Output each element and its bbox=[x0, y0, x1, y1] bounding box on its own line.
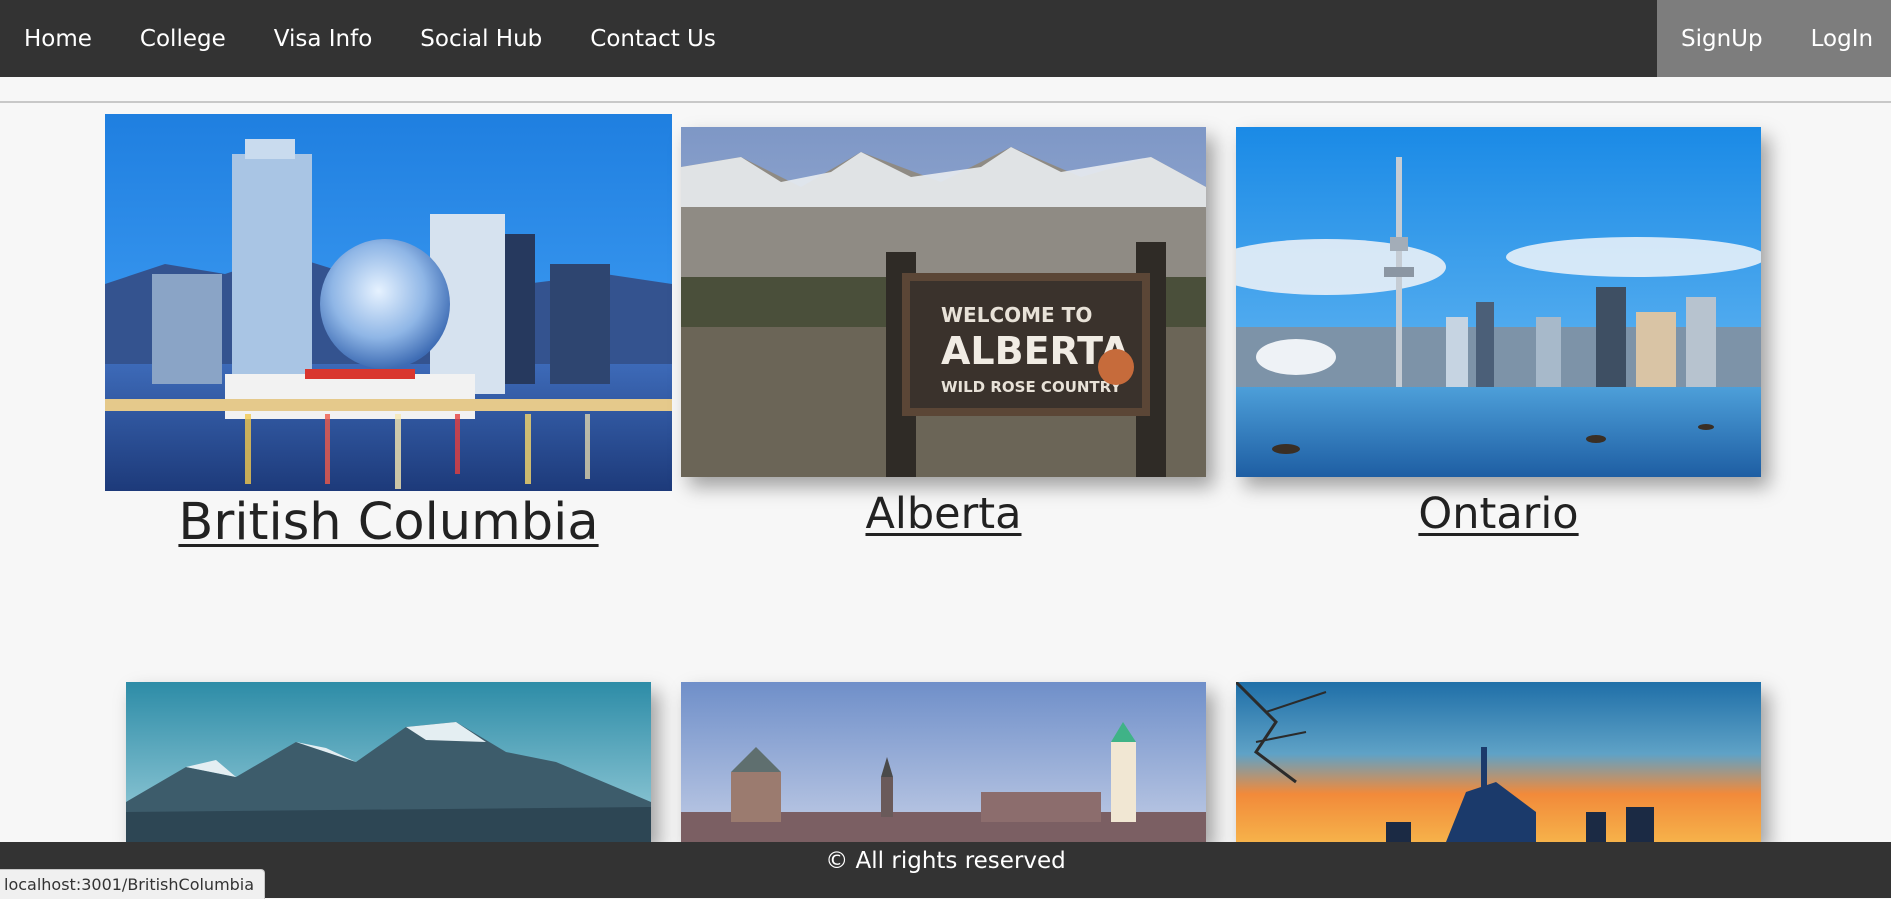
alberta-sign-illustration: WELCOME TO ALBERTA WILD ROSE COUNTRY bbox=[681, 127, 1206, 477]
auth-links: SignUp LogIn bbox=[1657, 0, 1891, 77]
alberta-link[interactable]: Alberta bbox=[865, 489, 1021, 539]
province-card-alberta: WELCOME TO ALBERTA WILD ROSE COUNTRY Alb… bbox=[681, 127, 1206, 539]
nav-contact-us-link[interactable]: Contact Us bbox=[566, 0, 740, 77]
header-divider bbox=[0, 101, 1891, 103]
signup-link[interactable]: SignUp bbox=[1657, 0, 1787, 77]
province-card-row2-1 bbox=[126, 682, 651, 842]
quebec-city-illustration bbox=[681, 682, 1206, 842]
nav-links: Home College Visa Info Social Hub Contac… bbox=[0, 0, 740, 77]
vancouver-skyline-illustration bbox=[105, 114, 672, 491]
svg-text:WILD ROSE COUNTRY: WILD ROSE COUNTRY bbox=[941, 378, 1122, 396]
quebec-image[interactable] bbox=[681, 682, 1206, 842]
login-link[interactable]: LogIn bbox=[1787, 0, 1891, 77]
toronto-skyline-illustration bbox=[1236, 127, 1761, 477]
province-card-row2-3 bbox=[1236, 682, 1761, 842]
nav-visa-info-link[interactable]: Visa Info bbox=[250, 0, 397, 77]
top-navbar: Home College Visa Info Social Hub Contac… bbox=[0, 0, 1891, 77]
ontario-link[interactable]: Ontario bbox=[1418, 489, 1578, 539]
mountains-image[interactable] bbox=[126, 682, 651, 842]
page-footer: © All rights reserved bbox=[0, 842, 1891, 898]
nav-college-link[interactable]: College bbox=[116, 0, 250, 77]
browser-status-bar: localhost:3001/BritishColumbia bbox=[0, 869, 266, 899]
alberta-image[interactable]: WELCOME TO ALBERTA WILD ROSE COUNTRY bbox=[681, 127, 1206, 477]
winnipeg-sunset-illustration bbox=[1236, 682, 1761, 842]
province-card-row2-2 bbox=[681, 682, 1206, 842]
svg-text:WELCOME TO: WELCOME TO bbox=[941, 303, 1092, 327]
british-columbia-link[interactable]: British Columbia bbox=[178, 493, 598, 552]
ontario-image[interactable] bbox=[1236, 127, 1761, 477]
footer-copyright: © All rights reserved bbox=[825, 848, 1066, 874]
nav-home-link[interactable]: Home bbox=[0, 0, 116, 77]
british-columbia-image[interactable] bbox=[105, 114, 672, 491]
rocky-mountains-illustration bbox=[126, 682, 651, 842]
province-card-british-columbia: British Columbia bbox=[105, 114, 672, 552]
status-url: localhost:3001/BritishColumbia bbox=[4, 875, 255, 894]
province-card-ontario: Ontario bbox=[1236, 127, 1761, 539]
manitoba-image[interactable] bbox=[1236, 682, 1761, 842]
nav-social-hub-link[interactable]: Social Hub bbox=[396, 0, 566, 77]
